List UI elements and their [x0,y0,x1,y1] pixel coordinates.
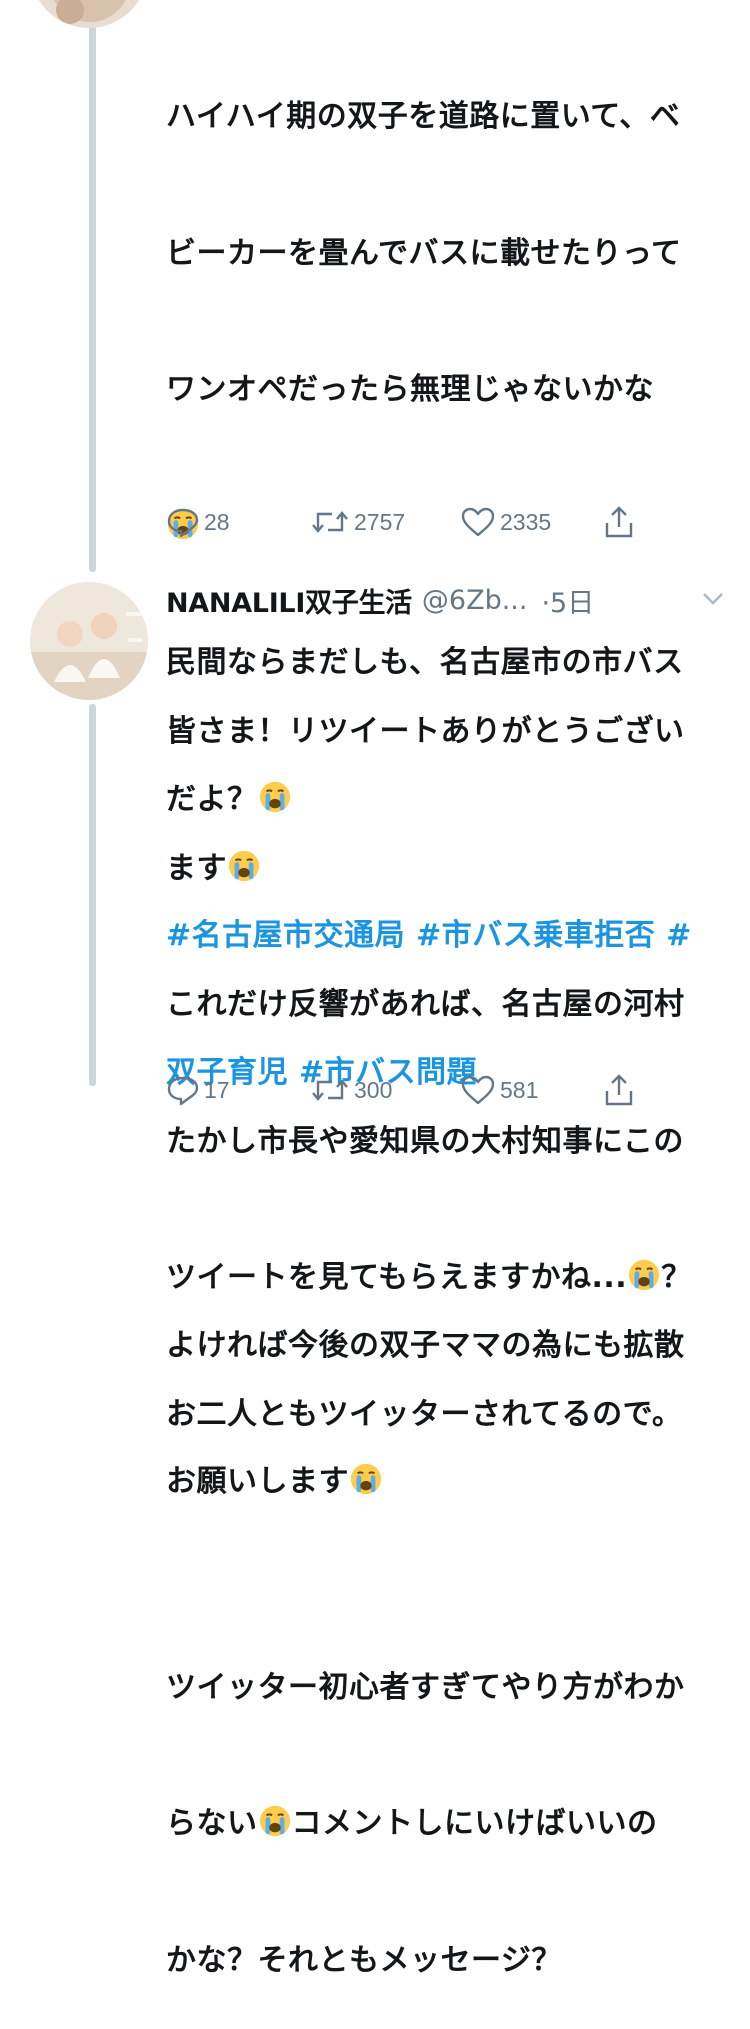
avatar-nanalili[interactable] [30,582,148,700]
retweet-button-2[interactable]: 300 [310,1070,392,1110]
tweet-2-line-10: かな？それともメッセージ？ [166,1942,562,1978]
thread-line-top [89,0,96,572]
user-handle[interactable]: @6Zb... [422,585,528,616]
reply-button[interactable]: 28 [166,502,230,542]
reply-button-2[interactable]: 17 [166,1070,230,1110]
thread-line-bottom [89,704,96,1086]
retweet-count-2: 300 [354,1076,393,1103]
retweet-icon [312,1079,348,1101]
tweet-2-line-9-suffix: コメントしにいけばいいの [291,1806,658,1841]
like-count: 2335 [500,508,552,535]
heart-icon [461,1075,495,1105]
tweet-2-line-5: ツイートを見てもらえますかね... ？ [166,1255,726,1301]
like-button-2[interactable]: 581 [460,1070,538,1110]
tweet-2-line-9-text: らない [166,1806,258,1841]
tweet-2-line-5-suffix: ？ [661,1260,692,1295]
loudly-crying-face-icon [629,1259,660,1291]
tweet-1-actions: 28 2757 2335 [166,502,646,542]
share-icon [605,1074,633,1106]
reply-icon [167,1076,199,1106]
loudly-crying-face-icon [259,1805,290,1837]
loudly-crying-face-icon [228,850,260,881]
tweet-1-line-3: ワンオペだったら無理じゃないかな [166,372,654,407]
tweet-2-actions: 17 300 581 [166,1070,646,1110]
retweet-icon [312,511,348,533]
tweet-2-text: 皆さま！リツイートありがとうござい ます これだけ反響があれば、名古屋の河村 た… [166,618,726,2029]
tweet-2-line-3: これだけ反響があれば、名古屋の河村 [166,987,685,1022]
tweet-1-line-2: ビーカーを畳んでバスに載せたりって [166,235,682,271]
tweet-2-line-4: たかし市長や愛知県の大村知事にこの [166,1123,684,1159]
like-button[interactable]: 2335 [460,502,551,542]
reply-count-2: 17 [204,1076,230,1103]
share-button-2[interactable] [602,1070,640,1110]
tweet-2-line-9: らない コメントしにいけばいいの [166,1801,726,1847]
retweet-button[interactable]: 2757 [310,502,405,542]
avatar-top[interactable] [30,0,148,28]
tweet-2-blank [166,1528,726,1574]
reply-icon [167,508,199,538]
timestamp[interactable]: ·5日 [541,581,594,620]
tweet-2-line-2-text: ます [166,850,227,886]
share-button[interactable] [602,502,640,542]
chevron-down-icon[interactable] [700,588,726,608]
display-name[interactable]: NANALILI双子生活 [166,581,412,620]
share-icon [605,506,633,538]
tweet-2-line-1: 皆さま！リツイートありがとうござい [166,714,685,749]
retweet-count: 2757 [354,508,406,535]
like-count-2: 581 [500,1076,539,1103]
tweet-1-line-1: ハイハイ期の双子を道路に置いて、ベ [166,99,681,134]
tweet-2-line-5-text: ツイートを見てもらえますかね... [166,1260,628,1295]
tweet-2-line-2: ます [166,846,726,892]
tweet-2-line-8: ツイッター初心者すぎてやり方がわか [166,1669,685,1705]
tweet-2-header: NANALILI双子生活 @6Zb... ·5日 [166,580,726,620]
tweet-2-line-6: お二人ともツイッターされてるので。 [166,1396,683,1432]
reply-count: 28 [204,508,230,535]
heart-icon [461,507,495,537]
